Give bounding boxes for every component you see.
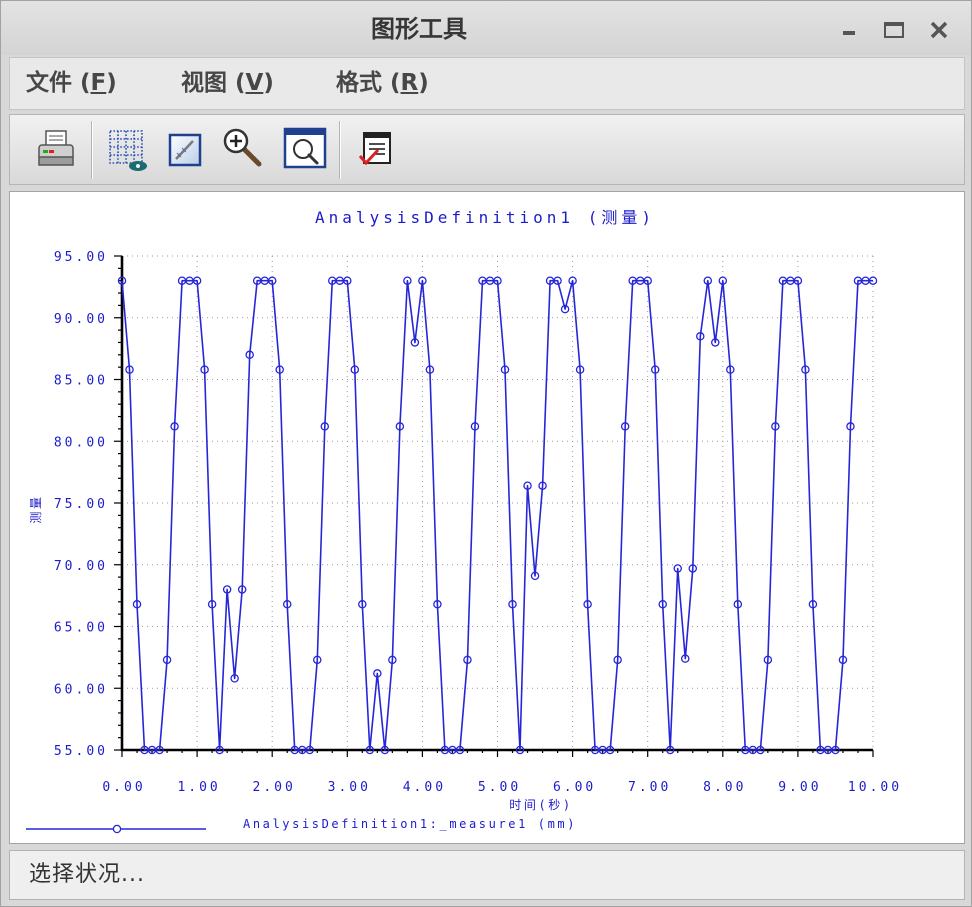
print-button[interactable] (33, 126, 79, 172)
edit-graph-button[interactable] (162, 128, 208, 174)
y-axis-label: 测量 (29, 494, 43, 523)
axes: 55.00 60.00 65.00 70.00 75.00 80.00 85.00 90.00… (54, 250, 902, 795)
report-button[interactable] (352, 126, 398, 172)
menu-format[interactable]: 格式 (R) (336, 66, 429, 100)
x-tick-label: 3.00 (328, 780, 371, 795)
y-tick-label: 90.00 (54, 312, 108, 327)
x-tick-label: 7.00 (628, 780, 671, 795)
refit-icon (283, 127, 327, 169)
chart-title: AnalysisDefinition1 (测量) (315, 208, 655, 227)
y-tick-label: 95.00 (54, 250, 108, 265)
legend-label: AnalysisDefinition1:_measure1 (mm) (243, 817, 577, 831)
menu-format-label: 格式 (R) (336, 70, 429, 96)
menu-view[interactable]: 视图 (V) (181, 66, 274, 100)
x-tick-label: 9.00 (778, 780, 821, 795)
toolbar-separator (339, 121, 341, 179)
menu-view-label: 视图 (V) (181, 70, 274, 96)
x-tick-label: 6.00 (553, 780, 596, 795)
toolbar-separator (91, 121, 93, 179)
y-tick-label: 85.00 (54, 374, 108, 389)
graph-panel[interactable]: 55.00 60.00 65.00 70.00 75.00 80.00 85.00 90.00… (9, 191, 965, 844)
export-report-icon (358, 132, 391, 166)
title-bar[interactable]: 图形工具 (1, 1, 971, 55)
menu-file-label: 文件 (F) (26, 70, 117, 96)
close-button[interactable] (925, 16, 953, 44)
y-tick-label: 70.00 (54, 559, 108, 574)
x-tick-label: 2.00 (253, 780, 296, 795)
y-tick-label: 55.00 (54, 744, 108, 759)
y-tick-label: 60.00 (54, 682, 108, 697)
menu-file[interactable]: 文件 (F) (26, 66, 117, 100)
edit-graph-icon (168, 133, 202, 167)
graph-tool-window: 图形工具 文件 (F) 视图 (V) 格式 (R) 55.00 60.00 65… (0, 0, 972, 907)
y-tick-label: 75.00 (54, 497, 108, 512)
printer-icon (38, 130, 74, 166)
x-tick-label: 8.00 (703, 780, 746, 795)
menu-hotkey: V (245, 70, 264, 96)
zoom-in-button[interactable] (219, 124, 265, 170)
maximize-button[interactable] (880, 16, 908, 44)
window-title: 图形工具 (371, 15, 467, 43)
menu-hotkey: F (90, 70, 107, 96)
format-grid-icon (109, 130, 147, 171)
x-tick-label: 4.00 (403, 780, 446, 795)
menu-hotkey: R (400, 70, 419, 96)
legend: AnalysisDefinition1:_measure1 (mm) (26, 817, 577, 834)
legend-marker (112, 824, 122, 834)
x-tick-label: 5.00 (478, 780, 521, 795)
minimize-icon (843, 31, 855, 35)
status-message: 选择状况... (29, 862, 145, 887)
y-tick-label: 80.00 (54, 435, 108, 450)
minimize-button[interactable] (835, 16, 863, 44)
x-tick-label: 1.00 (177, 780, 220, 795)
series (117, 276, 878, 755)
chart: 55.00 60.00 65.00 70.00 75.00 80.00 85.00 90.00… (26, 208, 902, 834)
maximize-icon (884, 22, 904, 38)
toolbar (9, 114, 965, 185)
format-graph-button[interactable] (105, 127, 151, 173)
x-tick-label: 10.00 (848, 780, 902, 795)
status-bar: 选择状况... (9, 850, 965, 900)
zoom-in-icon (223, 128, 262, 167)
close-icon (930, 21, 948, 39)
y-tick-label: 65.00 (54, 621, 108, 636)
refit-button[interactable] (282, 125, 328, 171)
menu-bar: 文件 (F) 视图 (V) 格式 (R) (9, 57, 965, 110)
x-tick-label: 0.00 (102, 780, 145, 795)
x-axis-label: 时间(秒) (509, 798, 572, 812)
